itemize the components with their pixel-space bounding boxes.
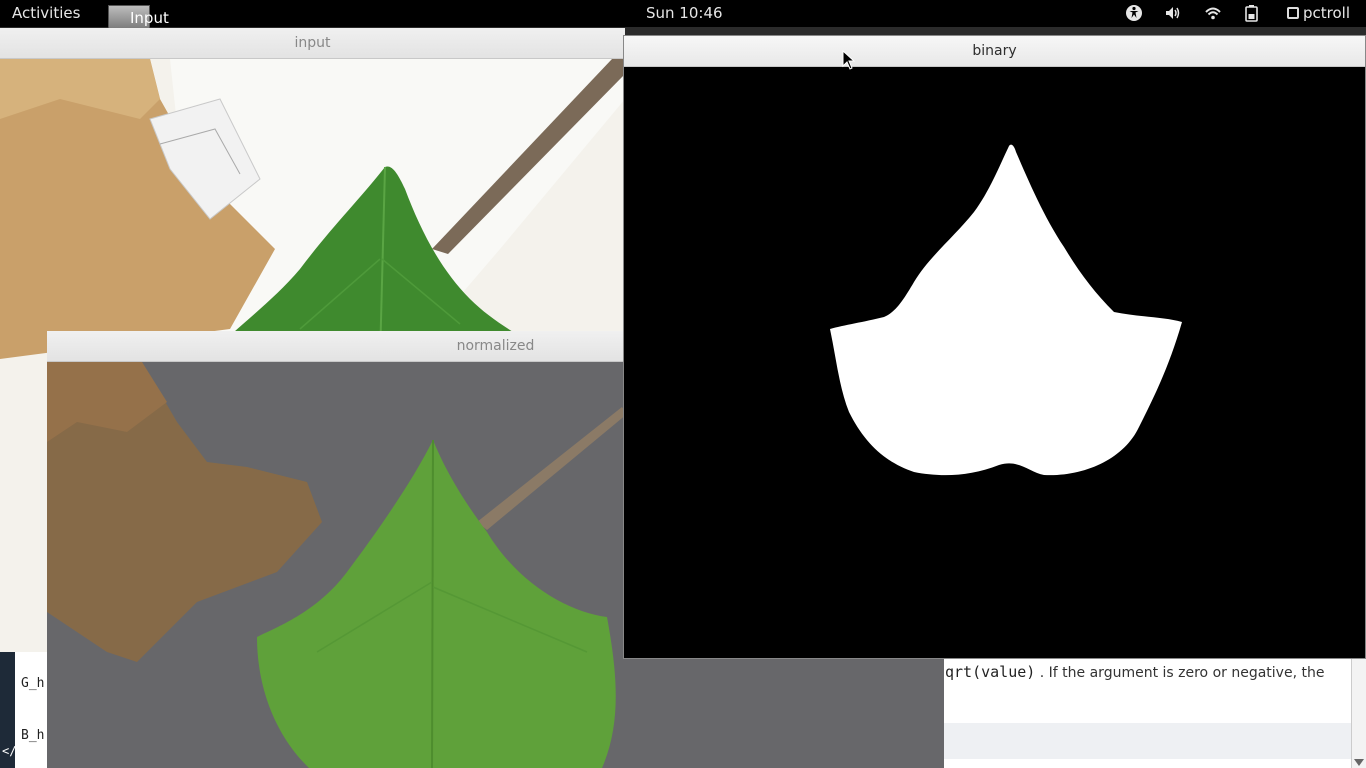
mouse-pointer-icon [842,50,856,70]
binary-window[interactable]: binary [623,35,1366,659]
binary-window-title: binary [972,43,1017,59]
scroll-down-icon[interactable] [1354,759,1364,766]
accessibility-icon[interactable] [1125,4,1143,22]
input-window-title: input [294,35,331,51]
volume-icon[interactable] [1164,4,1182,22]
binary-image [624,67,1365,658]
doc-inline-code: qrt(value) [945,663,1036,681]
doc-paragraph-text: . If the argument is zero or negative, t… [1039,665,1325,681]
code-glyph: </ [2,744,17,758]
code-line-g: G_h [21,676,45,691]
user-status-icon [1287,7,1299,19]
doc-paragraph: qrt(value) . If the argument is zero or … [945,663,1324,681]
terminal-strip: </ [0,650,17,768]
binary-mask [624,67,1365,658]
binary-window-titlebar[interactable]: binary [624,36,1365,67]
app-menu-label: Input [130,9,169,27]
user-name: pctroll [1303,4,1350,22]
code-line-b: B_h [21,728,45,743]
input-window-titlebar[interactable]: input [0,28,625,59]
top-bar: Activities Input Sun 10:46 pctroll [0,0,1366,30]
app-menu-button[interactable]: Input [108,5,170,30]
wifi-icon[interactable] [1204,4,1222,22]
doc-scrollbar[interactable] [1351,650,1366,768]
battery-icon[interactable] [1243,4,1261,22]
activities-button[interactable]: Activities [12,5,80,22]
user-menu[interactable]: pctroll [1287,5,1350,22]
normalized-window-title: normalized [456,338,535,354]
clock[interactable]: Sun 10:46 [646,5,723,22]
doc-highlight-band [944,723,1352,759]
